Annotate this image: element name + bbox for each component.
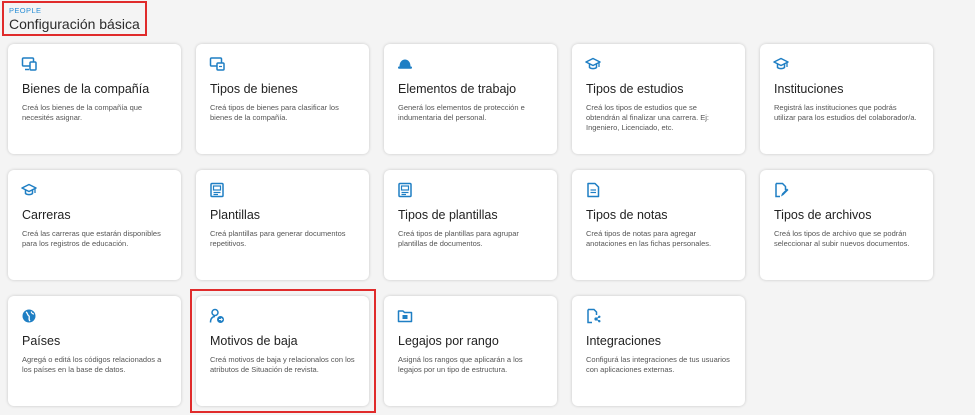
integration-icon <box>585 308 601 324</box>
template-icon <box>209 182 225 198</box>
file-edit-icon <box>773 182 789 198</box>
card-legajos-por-rango[interactable]: Legajos por rango Asigná los rangos que a… <box>384 296 557 406</box>
card-description: Configurá las integraciones de tus usuar… <box>586 355 730 374</box>
hardhat-icon <box>397 56 413 72</box>
page-title: Configuración básica <box>9 16 140 32</box>
template-icon <box>397 182 413 198</box>
card-title: Tipos de estudios <box>586 82 684 96</box>
card-elementos-de-trabajo[interactable]: Elementos de trabajo Generá los elementos… <box>384 44 557 154</box>
card-tipos-de-bienes[interactable]: Tipos de bienes Creá tipos de bienes para… <box>196 44 369 154</box>
card-title: Tipos de notas <box>586 208 668 222</box>
card-description: Creá motivos de baja y relacionalos con … <box>210 355 355 374</box>
card-carreras[interactable]: Carreras Creá las carreras que estarán di… <box>8 170 181 280</box>
globe-icon <box>21 308 37 324</box>
card-description: Generá los elementos de protección e ind… <box>398 103 525 122</box>
card-tipos-de-plantillas[interactable]: Tipos de plantillas Creá tipos de plantil… <box>384 170 557 280</box>
note-icon <box>585 182 601 198</box>
card-title: Tipos de archivos <box>774 208 872 222</box>
module-label: PEOPLE <box>9 6 42 15</box>
user-exit-icon <box>209 308 225 324</box>
settings-grid: Bienes de la compañía Creá los bienes de … <box>8 44 933 406</box>
card-title: Integraciones <box>586 334 662 348</box>
graduation-cap-icon <box>773 56 789 72</box>
card-title: Países <box>22 334 61 348</box>
graduation-cap-icon <box>585 56 601 72</box>
graduation-cap-icon <box>21 182 37 198</box>
assets-icon <box>21 56 37 72</box>
card-integraciones[interactable]: Integraciones Configurá las integraciones… <box>572 296 745 406</box>
folder-range-icon <box>397 308 413 324</box>
card-description: Creá tipos de bienes para clasificar los… <box>210 103 339 122</box>
card-title: Tipos de bienes <box>210 82 298 96</box>
card-instituciones[interactable]: Instituciones Registrá las instituciones … <box>760 44 933 154</box>
card-description: Creá los tipos de archivo que se podrán … <box>774 229 910 248</box>
card-title: Plantillas <box>210 208 261 222</box>
card-description: Registrá las instituciones que podrás ut… <box>774 103 917 122</box>
card-description: Creá las carreras que estarán disponible… <box>22 229 161 248</box>
card-description: Creá tipos de notas para agregar anotaci… <box>586 229 712 248</box>
card-description: Creá los tipos de estudios que se obtend… <box>586 103 709 132</box>
card-title: Tipos de plantillas <box>398 208 498 222</box>
card-tipos-de-notas[interactable]: Tipos de notas Creá tipos de notas para a… <box>572 170 745 280</box>
card-title: Elementos de trabajo <box>398 82 517 96</box>
card-title: Motivos de baja <box>210 334 298 348</box>
card-title: Carreras <box>22 208 71 222</box>
card-tipos-de-archivos[interactable]: Tipos de archivos Creá los tipos de archi… <box>760 170 933 280</box>
card-title: Instituciones <box>774 82 844 96</box>
card-description: Creá tipos de plantillas para agrupar pl… <box>398 229 519 248</box>
asset-types-icon <box>209 56 225 72</box>
page-header: PEOPLE Configuración básica <box>2 1 147 36</box>
card-paises[interactable]: Países Agregá o editá los códigos relacio… <box>8 296 181 406</box>
card-tipos-de-estudios[interactable]: Tipos de estudios Creá los tipos de estud… <box>572 44 745 154</box>
card-description: Agregá o editá los códigos relacionados … <box>22 355 162 374</box>
card-motivos-de-baja[interactable]: Motivos de baja Creá motivos de baja y re… <box>196 296 369 406</box>
card-title: Bienes de la compañía <box>22 82 150 96</box>
card-description: Creá plantillas para generar documentos … <box>210 229 346 248</box>
card-plantillas[interactable]: Plantillas Creá plantillas para generar d… <box>196 170 369 280</box>
card-description: Creá los bienes de la compañía que neces… <box>22 103 143 122</box>
card-bienes-de-la-compania[interactable]: Bienes de la compañía Creá los bienes de … <box>8 44 181 154</box>
card-description: Asigná los rangos que aplicarán a los le… <box>398 355 523 374</box>
card-title: Legajos por rango <box>398 334 499 348</box>
